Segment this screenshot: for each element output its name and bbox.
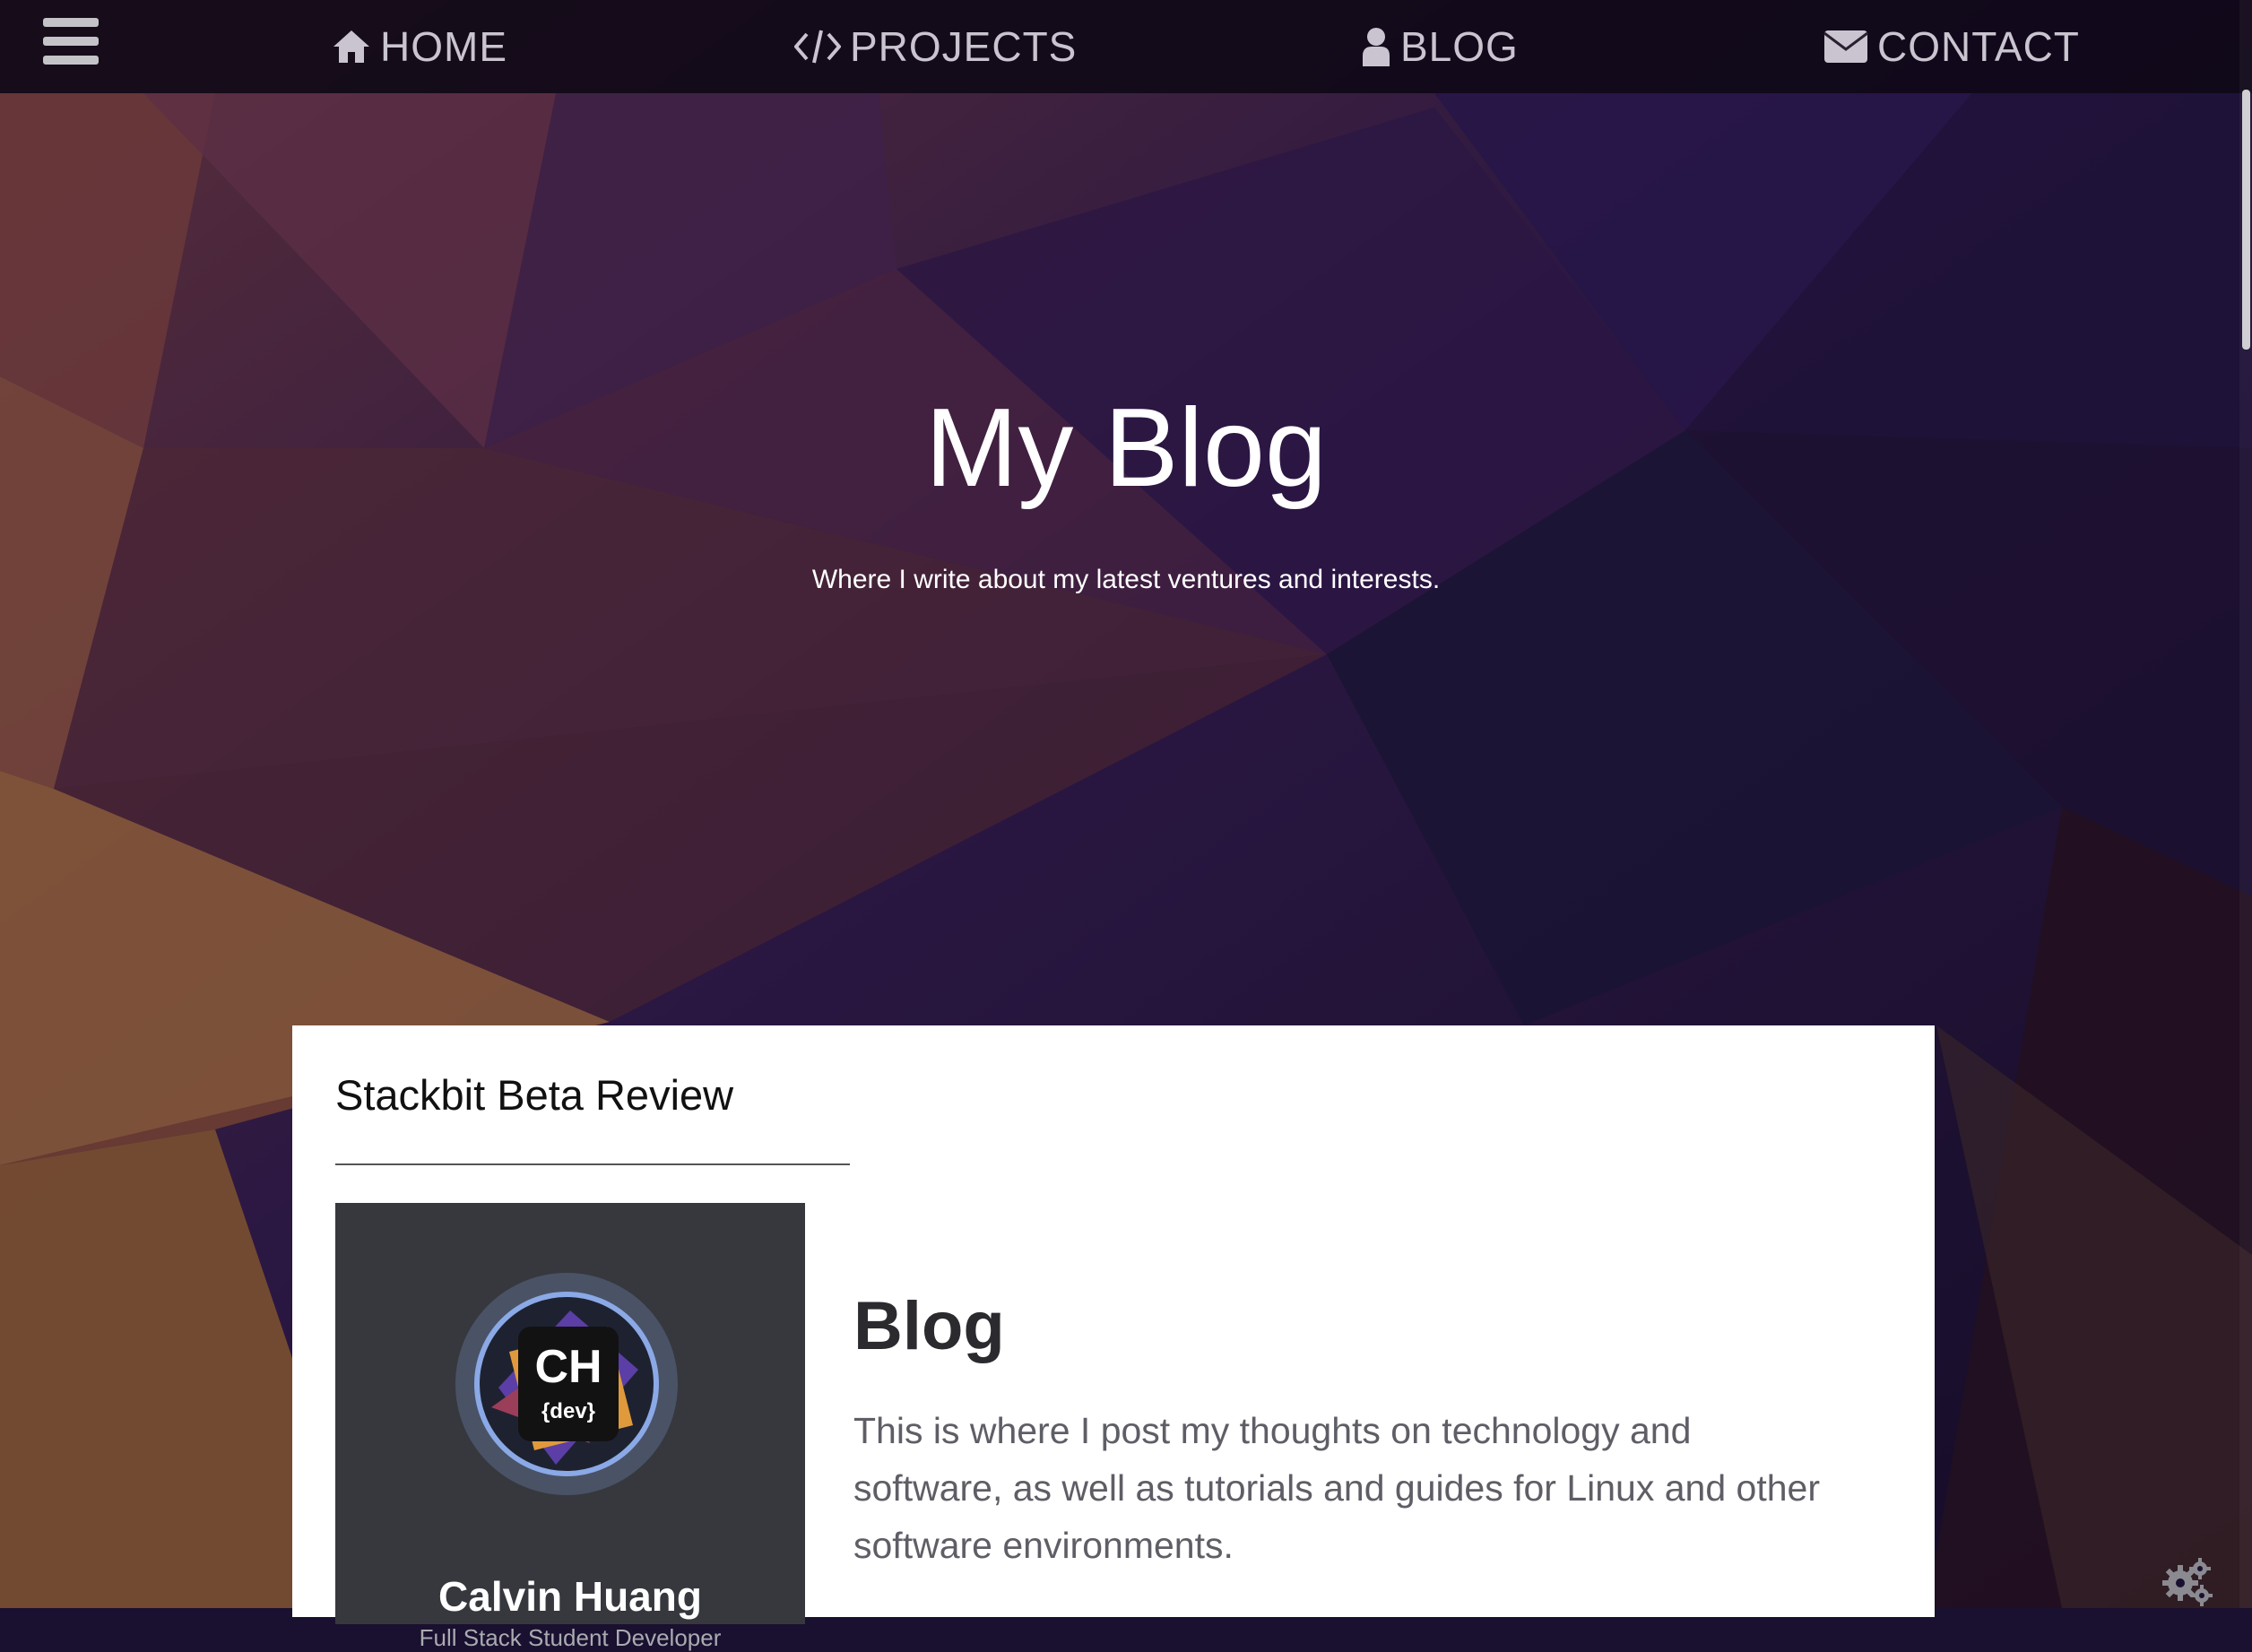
profile-name: Calvin Huang — [438, 1573, 702, 1620]
blog-heading: Blog — [853, 1288, 1005, 1364]
nav-blog-link[interactable]: BLOG — [1361, 20, 1519, 74]
title-divider — [335, 1163, 850, 1165]
page-subtitle: Where I write about my latest ventures a… — [811, 565, 1441, 594]
blog-description: This is where I post my thoughts on tech… — [853, 1410, 1820, 1566]
code-icon — [794, 30, 841, 64]
settings-gears-icon[interactable] — [2161, 1556, 2213, 1608]
home-icon — [333, 30, 369, 63]
nav-blog-label: BLOG — [1400, 23, 1519, 70]
scrollbar-thumb[interactable] — [2242, 90, 2250, 350]
page-title: My Blog — [925, 386, 1327, 510]
top-navbar: HOME PROJECTS BLOG CONTACT — [0, 0, 2252, 93]
logo-tag: {dev} — [541, 1399, 595, 1423]
profile-role: Full Stack Student Developer — [419, 1624, 722, 1651]
nav-projects-label: PROJECTS — [850, 23, 1078, 70]
user-icon — [1363, 28, 1390, 66]
nav-contact-label: CONTACT — [1877, 23, 2080, 70]
profile-card: CH {dev} Calvin Huang Full Stack Student… — [335, 1203, 805, 1651]
blog-post-card[interactable]: Stackbit Beta Review CH {dev} Calvin Hua… — [292, 1025, 1935, 1651]
post-title[interactable]: Stackbit Beta Review — [335, 1070, 733, 1120]
nav-home-link[interactable]: HOME — [332, 20, 507, 74]
nav-projects-link[interactable]: PROJECTS — [794, 20, 1077, 74]
envelope-icon — [1823, 30, 1868, 63]
dev-logo-avatar: CH {dev} — [455, 1273, 678, 1495]
hamburger-menu-icon[interactable] — [43, 18, 99, 65]
logo-initials: CH — [534, 1341, 602, 1393]
nav-contact-link[interactable]: CONTACT — [1823, 20, 2080, 74]
nav-home-label: HOME — [380, 23, 507, 70]
